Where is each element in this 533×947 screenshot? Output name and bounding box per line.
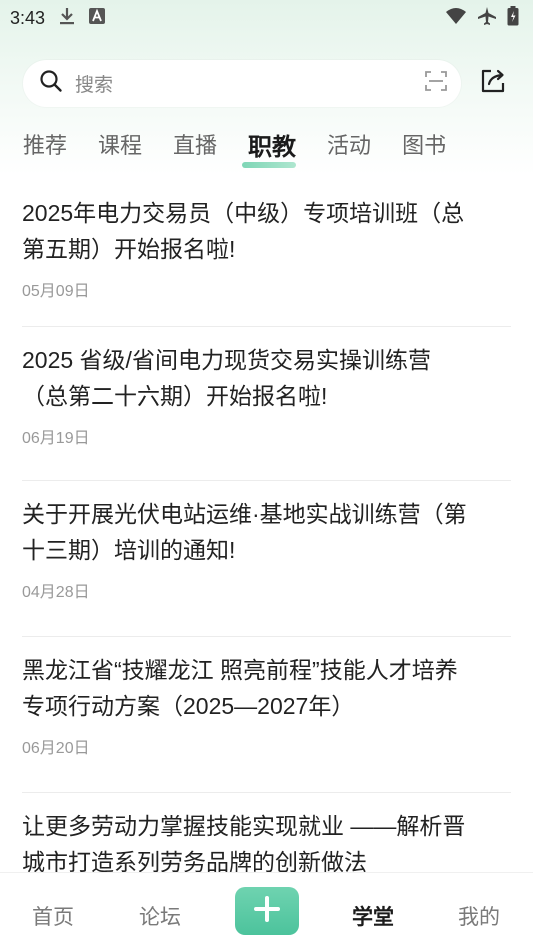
article-title: 黑龙江省“技耀龙江 照亮前程”技能人才培养 专项行动方案（2025—2027年） [22,652,511,724]
scan-icon[interactable] [425,71,447,95]
search-input[interactable]: 搜索 [23,59,461,107]
tab-courses[interactable]: 课程 [98,128,142,160]
article-date: 06月20日 [22,740,90,757]
nav-study[interactable]: 学堂 [352,901,394,931]
nav-forum[interactable]: 论坛 [139,901,181,931]
article-title-line: 让更多劳动力掌握技能实现就业 ——解析晋 [22,813,466,839]
wifi-icon [445,7,467,29]
article-title: 关于开展光伏电站运维·基地实战训练营（第 十三期）培训的通知! [22,496,511,568]
article-title: 让更多劳动力掌握技能实现就业 ——解析晋 城市打造系列劳务品牌的创新做法 [22,808,511,880]
category-tabs: 推荐 课程 直播 职教 活动 图书 [23,124,477,168]
article-title-line: （总第二十六期）开始报名啦! [22,383,328,409]
tab-live[interactable]: 直播 [173,128,217,160]
article-title-line: 十三期）培训的通知! [22,537,236,563]
search-placeholder: 搜索 [75,74,114,96]
status-time: 3:43 [10,7,46,28]
share-icon [480,68,506,98]
status-bar: 3:43 [0,0,533,36]
article-title-line: 第五期）开始报名啦! [22,236,236,262]
search-icon [39,69,63,97]
article-title: 2025 省级/省间电力现货交易实操训练营 （总第二十六期）开始报名啦! [22,342,511,414]
list-item[interactable]: 关于开展光伏电站运维·基地实战训练营（第 十三期）培训的通知! 04月28日 [22,481,511,637]
article-title-line: 2025 省级/省间电力现货交易实操训练营 [22,347,431,373]
article-list: 2025年电力交易员（中级）专项培训班（总 第五期）开始报名啦! 05月09日 … [22,180,511,880]
list-item[interactable]: 2025年电力交易员（中级）专项培训班（总 第五期）开始报名啦! 05月09日 [22,180,511,327]
list-item[interactable]: 让更多劳动力掌握技能实现就业 ——解析晋 城市打造系列劳务品牌的创新做法 [22,793,511,880]
tab-recommend[interactable]: 推荐 [23,128,67,160]
article-date: 05月09日 [22,283,90,300]
nav-mine[interactable]: 我的 [458,901,500,931]
list-item[interactable]: 2025 省级/省间电力现货交易实操训练营 （总第二十六期）开始报名啦! 06月… [22,327,511,481]
download-icon [59,7,75,29]
tab-books[interactable]: 图书 [402,128,446,160]
plus-icon [253,895,281,927]
tab-events[interactable]: 活动 [327,128,371,160]
article-title-line: 专项行动方案（2025—2027年） [22,693,355,719]
battery-icon [507,6,519,30]
a-box-icon [89,8,106,28]
add-button[interactable] [235,887,299,935]
article-date: 06月19日 [22,430,90,447]
article-title: 2025年电力交易员（中级）专项培训班（总 第五期）开始报名啦! [22,195,511,267]
article-title-line: 关于开展光伏电站运维·基地实战训练营（第 [22,501,467,527]
search-row: 搜索 [23,59,513,107]
airplane-icon [477,6,497,30]
article-title-line: 2025年电力交易员（中级）专项培训班（总 [22,200,465,226]
bottom-nav: 首页 论坛 学堂 我的 [0,872,533,947]
article-date: 04月28日 [22,584,90,601]
list-item[interactable]: 黑龙江省“技耀龙江 照亮前程”技能人才培养 专项行动方案（2025—2027年）… [22,637,511,793]
tab-vocational[interactable]: 职教 [242,127,297,168]
share-button[interactable] [473,63,513,103]
nav-home[interactable]: 首页 [32,901,74,931]
article-title-line: 黑龙江省“技耀龙江 照亮前程”技能人才培养 [22,657,458,683]
